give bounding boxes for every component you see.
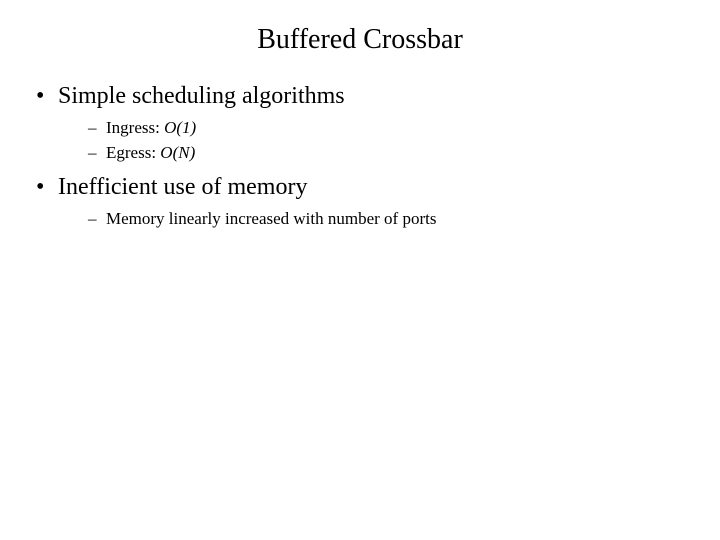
dash-icon: – xyxy=(88,142,106,163)
bullet-level2: – Ingress: O(1) xyxy=(88,117,684,138)
sub-label: Ingress: xyxy=(106,118,164,137)
dash-icon: – xyxy=(88,117,106,138)
slide-body: • Simple scheduling algorithms – Ingress… xyxy=(36,82,684,239)
bullet-level1: • Inefficient use of memory xyxy=(36,173,684,202)
sub-value: O(1) xyxy=(164,118,196,137)
sub-bullet-text: Memory linearly increased with number of… xyxy=(106,208,436,229)
bullet-level1: • Simple scheduling algorithms xyxy=(36,82,684,111)
bullet-text: Inefficient use of memory xyxy=(58,173,307,202)
sub-bullet-text: Ingress: O(1) xyxy=(106,117,196,138)
slide: Buffered Crossbar • Simple scheduling al… xyxy=(0,0,720,540)
sub-label: Memory linearly increased with number of… xyxy=(106,209,436,228)
bullet-text: Simple scheduling algorithms xyxy=(58,82,345,111)
dash-icon: – xyxy=(88,208,106,229)
sub-label: Egress: xyxy=(106,143,160,162)
bullet-dot-icon: • xyxy=(36,82,58,111)
bullet-level2: – Memory linearly increased with number … xyxy=(88,208,684,229)
sub-bullet-text: Egress: O(N) xyxy=(106,142,195,163)
bullet-dot-icon: • xyxy=(36,173,58,202)
sub-list: – Memory linearly increased with number … xyxy=(88,208,684,229)
sub-value: O(N) xyxy=(160,143,195,162)
bullet-level2: – Egress: O(N) xyxy=(88,142,684,163)
sub-list: – Ingress: O(1) – Egress: O(N) xyxy=(88,117,684,164)
slide-title: Buffered Crossbar xyxy=(0,24,720,56)
